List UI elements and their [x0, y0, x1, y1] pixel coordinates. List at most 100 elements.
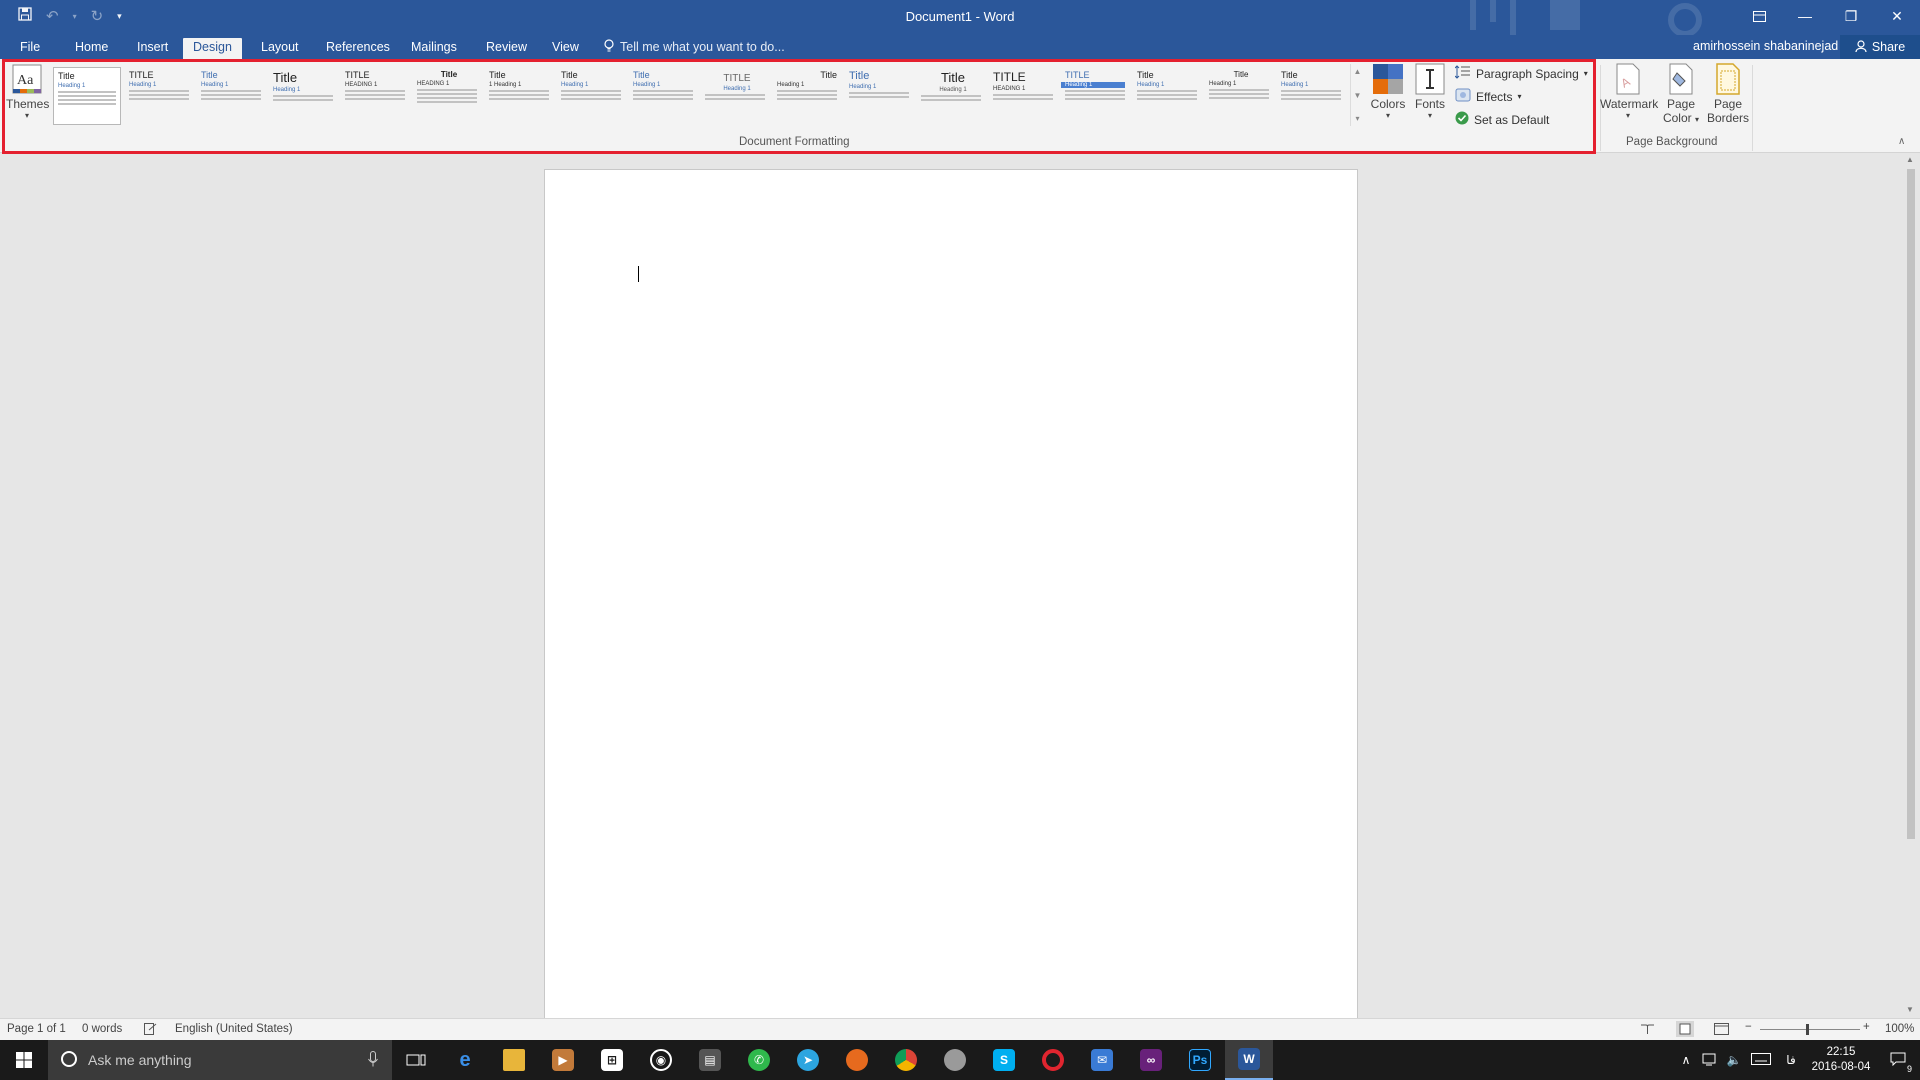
skype-icon[interactable]: S [980, 1040, 1028, 1080]
tab-review[interactable]: Review [476, 38, 537, 59]
style-set-item[interactable]: Title Heading 1 [1205, 67, 1273, 125]
minimize-icon[interactable]: — [1782, 0, 1828, 32]
gallery-scrollbar[interactable]: ▲ ▼ ▾ [1350, 64, 1364, 126]
mail-icon[interactable]: ✉ [1078, 1040, 1126, 1080]
style-set-item[interactable]: Title HEADING 1 [413, 67, 481, 125]
visual-studio-icon[interactable]: ∞ [1127, 1040, 1175, 1080]
restore-icon[interactable]: ❐ [1828, 0, 1874, 32]
style-set-item[interactable]: Title Heading 1 [845, 67, 913, 125]
style-set-item[interactable]: Title Heading 1 [197, 67, 265, 125]
read-mode-icon[interactable] [1640, 1023, 1655, 1038]
effects-button[interactable]: Effects ▾ [1455, 88, 1521, 105]
print-layout-icon[interactable] [1676, 1021, 1694, 1040]
style-set-item[interactable]: Title Heading 1 [917, 67, 985, 125]
style-set-title: Title [1137, 70, 1154, 80]
file-explorer-icon[interactable] [490, 1040, 538, 1080]
style-set-item[interactable]: Title Heading 1 [53, 67, 121, 125]
page-borders-button[interactable]: Page Borders [1704, 63, 1752, 125]
user-name[interactable]: amirhossein shabaninejad [1693, 39, 1838, 53]
document-canvas[interactable] [0, 153, 1920, 1029]
tab-layout[interactable]: Layout [251, 38, 309, 59]
zoom-slider-thumb[interactable] [1806, 1024, 1809, 1035]
clock-date: 2016-08-04 [1811, 1061, 1871, 1073]
telegram-icon[interactable]: ➤ [784, 1040, 832, 1080]
clock[interactable]: 22:15 2016-08-04 [1806, 1045, 1876, 1075]
style-set-item[interactable]: Title 1 Heading 1 [485, 67, 553, 125]
document-page[interactable] [544, 169, 1358, 1029]
groove-icon[interactable]: ◉ [637, 1040, 685, 1080]
tab-mailings[interactable]: Mailings [401, 38, 467, 59]
keyboard-icon[interactable] [1746, 1052, 1776, 1068]
cortana-search-box[interactable]: Ask me anything [48, 1040, 392, 1080]
style-set-item[interactable]: Title Heading 1 [1277, 67, 1345, 125]
gallery-more-icon[interactable]: ▾ [1355, 114, 1359, 123]
zoom-slider-track[interactable] [1760, 1029, 1860, 1030]
action-center-icon[interactable]: 9 [1876, 1052, 1920, 1074]
style-set-item[interactable]: Title Heading 1 [1133, 67, 1201, 125]
style-set-item[interactable]: TITLE Heading 1 [125, 67, 193, 125]
themes-button[interactable]: Aa Themes ▾ [6, 63, 49, 120]
style-set-item[interactable]: TITLE HEADING 1 [341, 67, 409, 125]
movies-icon[interactable]: ▤ [686, 1040, 734, 1080]
zoom-out-icon[interactable]: − [1745, 1021, 1752, 1033]
edge-icon[interactable]: e [441, 1040, 489, 1080]
style-set-item[interactable]: TITLE Heading 1 [1061, 67, 1129, 125]
collapse-ribbon-icon[interactable]: ∧ [1898, 136, 1905, 147]
tab-insert[interactable]: Insert [127, 38, 178, 59]
language-indicator[interactable]: English (United States) [175, 1023, 293, 1035]
fonts-icon [1414, 63, 1446, 95]
tab-home[interactable]: Home [65, 38, 118, 59]
fonts-button[interactable]: Fonts ▾ [1410, 63, 1450, 120]
start-button[interactable] [0, 1040, 48, 1080]
gallery-down-icon[interactable]: ▼ [1354, 91, 1362, 100]
ribbon-display-icon[interactable] [1736, 0, 1782, 32]
gallery-up-icon[interactable]: ▲ [1354, 67, 1362, 76]
person-icon [1855, 39, 1867, 55]
page-background-group-label: Page Background [1626, 136, 1718, 148]
page-count[interactable]: Page 1 of 1 [7, 1023, 66, 1035]
scrollbar-thumb[interactable] [1907, 169, 1915, 839]
tab-references[interactable]: References [316, 38, 400, 59]
scroll-up-icon[interactable]: ▲ [1906, 155, 1914, 164]
tab-design[interactable]: Design [183, 38, 242, 59]
photoshop-icon[interactable]: Ps [1176, 1040, 1224, 1080]
network-icon[interactable] [1698, 1052, 1722, 1069]
style-set-item[interactable]: Title Heading 1 [557, 67, 625, 125]
style-set-item[interactable]: Title Heading 1 [629, 67, 697, 125]
tab-view[interactable]: View [542, 38, 589, 59]
page-color-button[interactable]: Page Color ▾ [1658, 63, 1704, 125]
share-button[interactable]: Share [1840, 35, 1920, 59]
zoom-level[interactable]: 100% [1885, 1023, 1914, 1035]
close-icon[interactable]: ✕ [1874, 0, 1920, 32]
style-set-item[interactable]: Title Heading 1 [773, 67, 841, 125]
vertical-scrollbar[interactable]: ▲ ▼ [1902, 153, 1920, 1018]
opera-icon[interactable] [1029, 1040, 1077, 1080]
word-count[interactable]: 0 words [82, 1023, 122, 1035]
tab-file[interactable]: File [10, 38, 50, 59]
volume-icon[interactable]: 🔈 [1722, 1053, 1746, 1067]
web-layout-icon[interactable] [1714, 1023, 1729, 1038]
task-view-icon[interactable] [392, 1040, 440, 1080]
watermark-button[interactable]: A Watermark ▾ [1600, 63, 1658, 120]
paragraph-spacing-button[interactable]: Paragraph Spacing ▾ [1454, 65, 1588, 82]
microphone-icon[interactable] [368, 1050, 378, 1070]
set-as-default-button[interactable]: Set as Default [1455, 111, 1549, 128]
whatsapp-icon[interactable]: ✆ [735, 1040, 783, 1080]
zoom-in-icon[interactable]: + [1863, 1021, 1870, 1033]
word-icon[interactable]: W [1225, 1040, 1273, 1080]
scroll-down-icon[interactable]: ▼ [1906, 1005, 1914, 1014]
style-set-item[interactable]: Title Heading 1 [269, 67, 337, 125]
game-icon[interactable] [931, 1040, 979, 1080]
style-set-item[interactable]: TITLE HEADING 1 [989, 67, 1057, 125]
language-indicator-tray[interactable]: فا [1776, 1053, 1806, 1067]
show-hidden-icons-icon[interactable]: ∧ [1674, 1053, 1698, 1067]
media-player-icon[interactable]: ▶ [539, 1040, 587, 1080]
store-icon[interactable]: ⊞ [588, 1040, 636, 1080]
colors-button[interactable]: Colors ▾ [1368, 63, 1408, 120]
proofing-icon[interactable] [144, 1023, 157, 1038]
chrome-icon[interactable] [882, 1040, 930, 1080]
firefox-icon[interactable] [833, 1040, 881, 1080]
style-set-item[interactable]: TITLE Heading 1 [701, 67, 769, 125]
style-set-title: Title [849, 70, 870, 82]
tell-me-box[interactable]: Tell me what you want to do... [604, 39, 785, 55]
